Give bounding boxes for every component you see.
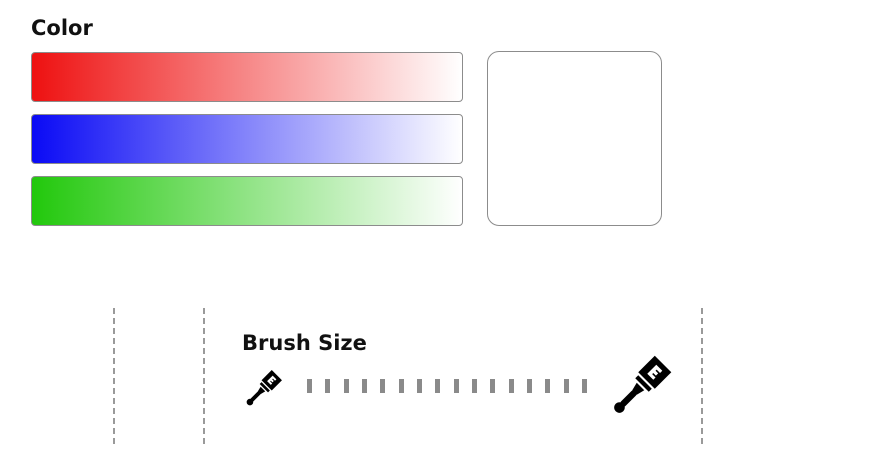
dashed-divider (701, 308, 703, 444)
size-tick (307, 379, 312, 393)
size-tick (435, 379, 441, 393)
color-preview-swatch (487, 51, 662, 226)
small-brush-icon (246, 370, 282, 406)
size-tick (545, 379, 551, 393)
blue-channel-slider[interactable] (31, 114, 463, 164)
size-tick (508, 379, 514, 393)
brush-size-slider[interactable] (307, 378, 587, 394)
size-tick (453, 379, 459, 393)
size-tick (563, 379, 569, 393)
size-tick (581, 379, 587, 393)
size-tick (471, 379, 477, 393)
size-tick (325, 379, 331, 393)
size-tick (361, 379, 367, 393)
size-tick (490, 379, 496, 393)
size-tick (398, 379, 404, 393)
dashed-divider (203, 308, 205, 444)
color-heading: Color (31, 16, 93, 40)
brush-size-heading: Brush Size (242, 331, 367, 355)
size-tick (416, 379, 422, 393)
dashed-divider (113, 308, 115, 444)
green-channel-slider[interactable] (31, 176, 463, 226)
size-tick (380, 379, 386, 393)
large-brush-icon (614, 355, 672, 413)
size-tick (526, 379, 532, 393)
red-channel-slider[interactable] (31, 52, 463, 102)
size-tick (343, 379, 349, 393)
